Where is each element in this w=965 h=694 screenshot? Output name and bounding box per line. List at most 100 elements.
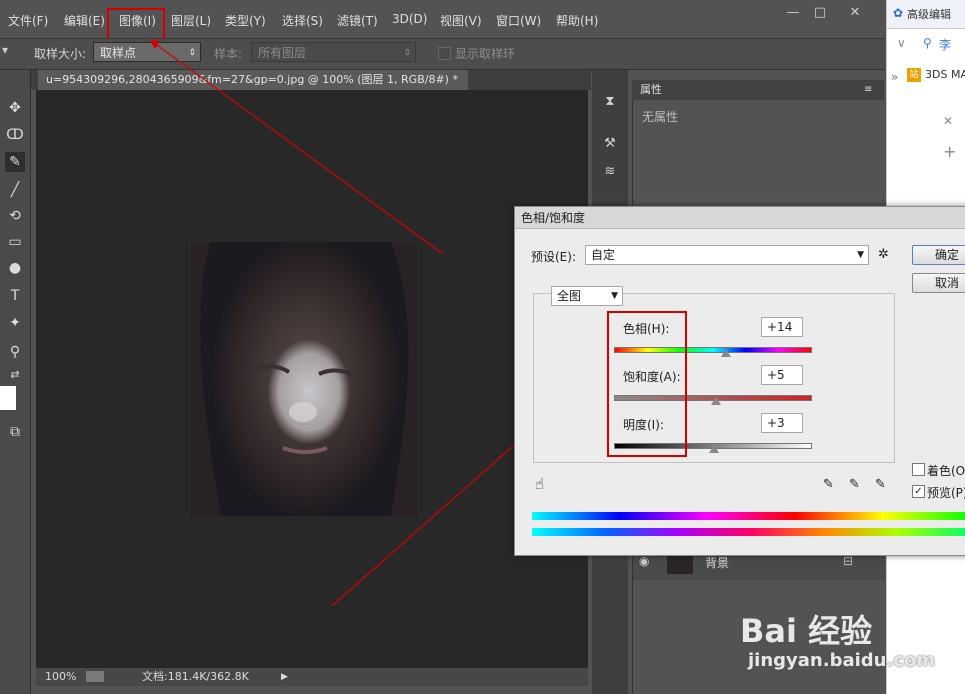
- menu-filter[interactable]: 滤镜(T): [337, 12, 378, 29]
- sample-size-value: 取样点: [100, 46, 137, 60]
- sample-value: 所有图层: [258, 46, 307, 60]
- lasso-tool-icon[interactable]: ↀ: [5, 125, 25, 145]
- chevron-down-icon[interactable]: ∨: [897, 36, 906, 50]
- properties-header: 属性 ≡: [632, 80, 884, 100]
- portrait-image: [191, 242, 417, 516]
- menu-3d[interactable]: 3D(D): [392, 12, 427, 26]
- close-icon[interactable]: ✕: [943, 114, 953, 128]
- lightness-input[interactable]: +3: [761, 413, 803, 433]
- eyedropper-tool-icon[interactable]: ✎: [5, 152, 25, 172]
- preset-select[interactable]: 自定 ▼: [585, 245, 869, 265]
- menu-window[interactable]: 窗口(W): [496, 12, 541, 29]
- paw-icon: ✿: [893, 6, 904, 20]
- chevron-down-icon: ▼: [857, 250, 864, 260]
- preview-checkbox[interactable]: ✓: [912, 485, 925, 498]
- sample-size-select[interactable]: 取样点 ⇕: [93, 42, 201, 62]
- eyedropper-icon[interactable]: ✎: [823, 477, 834, 492]
- colorize-label: 着色(O: [927, 464, 965, 478]
- watermark-url: jingyan.baidu.com: [748, 650, 936, 671]
- maximize-button[interactable]: □: [805, 4, 835, 22]
- search-icon[interactable]: ⚲: [923, 36, 932, 50]
- values-highlight-box: [607, 311, 687, 457]
- tool-preset-icon[interactable]: ▾: [2, 43, 8, 57]
- colorize-checkbox[interactable]: [912, 463, 925, 476]
- preset-label: 预设(E):: [531, 250, 576, 264]
- menu-help[interactable]: 帮助(H): [556, 12, 598, 29]
- sample-select[interactable]: 所有图层 ⇕: [251, 42, 416, 62]
- close-button[interactable]: ✕: [840, 4, 870, 22]
- background-color-swatch[interactable]: [0, 386, 16, 410]
- hue-saturation-dialog: 色相/饱和度 预设(E): 自定 ▼ ✲ 确定 取消 全图 ▼ 色相(H): +…: [514, 206, 965, 556]
- ok-button[interactable]: 确定: [912, 245, 965, 265]
- swap-colors-icon[interactable]: ⇄: [5, 365, 25, 385]
- gradient-tool-icon[interactable]: ▭: [5, 232, 25, 252]
- menu-highlight-box: [107, 8, 165, 42]
- gear-icon[interactable]: ✲: [878, 247, 889, 262]
- preview-label: 预览(P): [927, 486, 965, 500]
- bookmark-icon: 站: [907, 68, 921, 82]
- bookmark-label[interactable]: 3DS MA: [925, 68, 965, 81]
- channel-select[interactable]: 全图 ▼: [551, 286, 623, 306]
- properties-title: 属性: [640, 83, 662, 96]
- tool-presets-icon[interactable]: ⚒: [600, 136, 620, 156]
- search-text[interactable]: 李: [939, 36, 951, 53]
- preset-value: 自定: [591, 248, 616, 262]
- panel-menu-icon[interactable]: ≡: [864, 80, 872, 100]
- screen-mode-icon[interactable]: ⧉: [5, 422, 25, 442]
- status-bar: 100% 文档:181.4K/362.8K ▶: [36, 668, 588, 686]
- options-bar: ▾ 取样大小: 取样点 ⇕ 样本: 所有图层 ⇕ 显示取样环: [0, 39, 885, 70]
- menu-view[interactable]: 视图(V): [440, 12, 482, 29]
- dodge-tool-icon[interactable]: ●: [5, 258, 25, 278]
- document-tab[interactable]: u=954309296,2804365909&fm=27&gp=0.jpg @ …: [38, 70, 468, 90]
- browser-tab-label[interactable]: 高级编辑: [907, 6, 951, 22]
- brush-panel-icon[interactable]: ≋: [600, 164, 620, 184]
- hand-adjust-icon[interactable]: ☝: [535, 475, 544, 493]
- hue-input[interactable]: +14: [761, 317, 803, 337]
- play-icon[interactable]: ▶: [281, 668, 288, 686]
- tab-close-icon[interactable]: ×: [467, 73, 468, 86]
- cancel-button[interactable]: 取消: [912, 273, 965, 293]
- show-ring-label: 显示取样环: [455, 47, 516, 61]
- bookmark-chevron-icon: »: [891, 70, 899, 84]
- eyedropper-plus-icon[interactable]: ✎: [849, 477, 860, 492]
- dialog-title[interactable]: 色相/饱和度: [515, 207, 965, 229]
- menu-layer[interactable]: 图层(L): [171, 12, 211, 29]
- document-title: u=954309296,2804365909&fm=27&gp=0.jpg @ …: [46, 73, 458, 86]
- brush-tool-icon[interactable]: ╱: [5, 180, 25, 200]
- minimize-button[interactable]: —: [778, 4, 808, 22]
- chevron-icon: ⇕: [188, 48, 196, 58]
- tools-panel: ✥ ↀ ✎ ╱ ⟲ ▭ ● T ✦ ⚲ ⇄ ⧉: [0, 70, 31, 694]
- plus-icon[interactable]: +: [943, 142, 956, 161]
- menu-type[interactable]: 类型(Y): [225, 12, 266, 29]
- sample-label: 样本:: [214, 47, 243, 61]
- layer-name: 背景: [705, 556, 730, 570]
- history-panel-icon[interactable]: ⧗: [600, 94, 620, 114]
- eye-icon[interactable]: ◉: [639, 554, 649, 568]
- lightness-slider-thumb[interactable]: [708, 445, 719, 453]
- shape-tool-icon[interactable]: ✦: [5, 313, 25, 333]
- channel-value: 全图: [557, 289, 582, 303]
- output-color-bar: [532, 528, 965, 536]
- menu-select[interactable]: 选择(S): [282, 12, 323, 29]
- history-brush-icon[interactable]: ⟲: [5, 206, 25, 226]
- show-ring-checkbox[interactable]: [438, 47, 451, 60]
- no-properties-text: 无属性: [642, 110, 679, 124]
- sample-size-label: 取样大小:: [34, 47, 87, 61]
- type-tool-icon[interactable]: T: [5, 286, 25, 306]
- watermark-brand: Bai 经验: [740, 612, 873, 650]
- saturation-input[interactable]: +5: [761, 365, 803, 385]
- move-tool-icon[interactable]: ✥: [5, 98, 25, 118]
- lock-icon: ⊟: [843, 554, 854, 568]
- input-color-bar: [532, 512, 965, 520]
- menu-edit[interactable]: 编辑(E): [64, 12, 105, 29]
- menu-file[interactable]: 文件(F): [8, 12, 48, 29]
- eyedropper-minus-icon[interactable]: ✎: [875, 477, 886, 492]
- saturation-slider-thumb[interactable]: [710, 397, 721, 405]
- chevron-down-icon: ▼: [611, 291, 618, 301]
- chevron-icon: ⇕: [403, 48, 411, 58]
- document-info: 文档:181.4K/362.8K: [142, 670, 249, 683]
- zoom-tool-icon[interactable]: ⚲: [5, 342, 25, 362]
- adjustment-group: [533, 293, 895, 463]
- hue-slider-thumb[interactable]: [720, 349, 731, 357]
- zoom-level[interactable]: 100%: [45, 668, 76, 686]
